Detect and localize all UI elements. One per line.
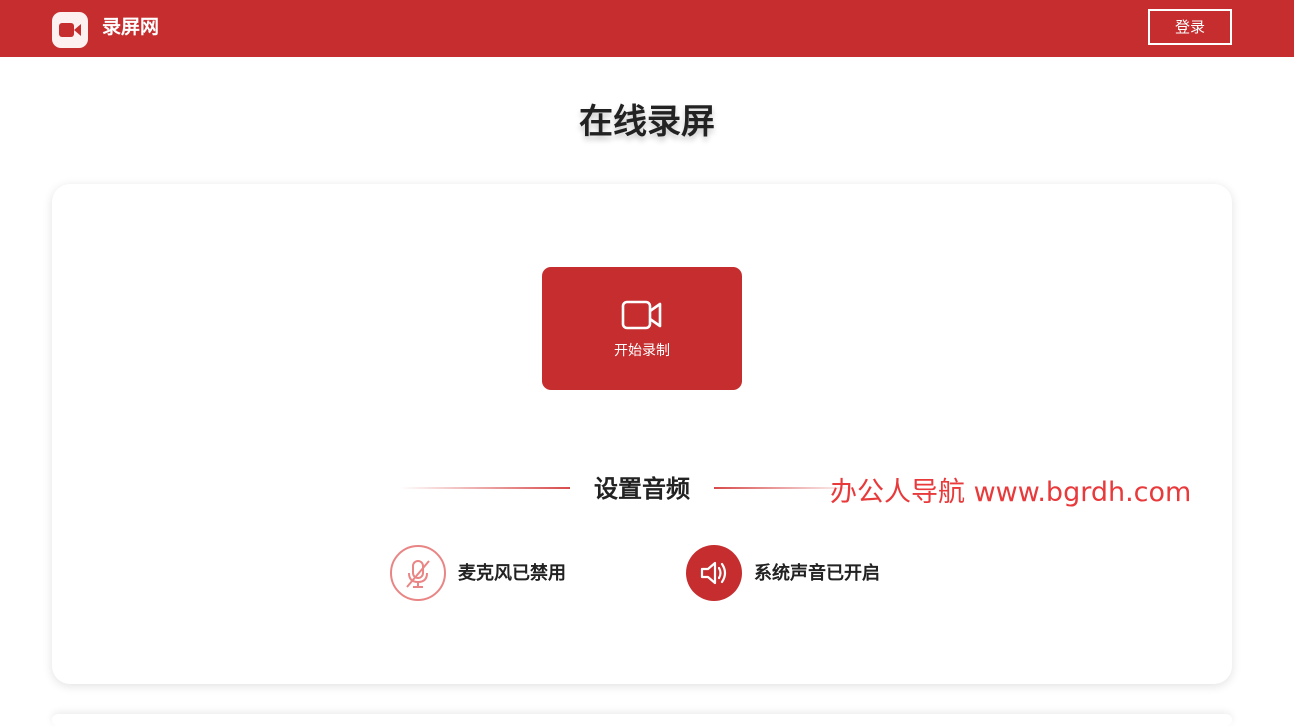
start-recording-button[interactable]: 开始录制 (542, 267, 742, 390)
page-title: 在线录屏 (579, 102, 715, 142)
brand-name[interactable]: 录屏网 (102, 15, 159, 39)
microphone-off-icon (390, 545, 446, 601)
start-recording-label: 开始录制 (614, 343, 670, 359)
microphone-status-label: 麦克风已禁用 (458, 563, 566, 584)
watermark-text: 办公人导航 www.bgrdh.com (830, 477, 1192, 508)
login-button[interactable]: 登录 (1148, 9, 1232, 45)
speaker-on-icon (686, 545, 742, 601)
top-nav-bar: 录屏网 登录 (0, 0, 1294, 57)
microphone-toggle[interactable]: 麦克风已禁用 (390, 544, 600, 602)
system-sound-status-label: 系统声音已开启 (754, 563, 880, 584)
video-camera-icon[interactable] (52, 12, 88, 48)
system-sound-toggle[interactable]: 系统声音已开启 (686, 544, 926, 602)
audio-section-title: 设置音频 (594, 475, 690, 503)
logo-camera-glyph (59, 23, 81, 37)
video-camera-icon (621, 300, 662, 330)
recorder-card: 开始录制 设置音频 麦克风已禁用 系统声音已开启 (52, 184, 1232, 684)
next-card-edge (52, 714, 1232, 726)
